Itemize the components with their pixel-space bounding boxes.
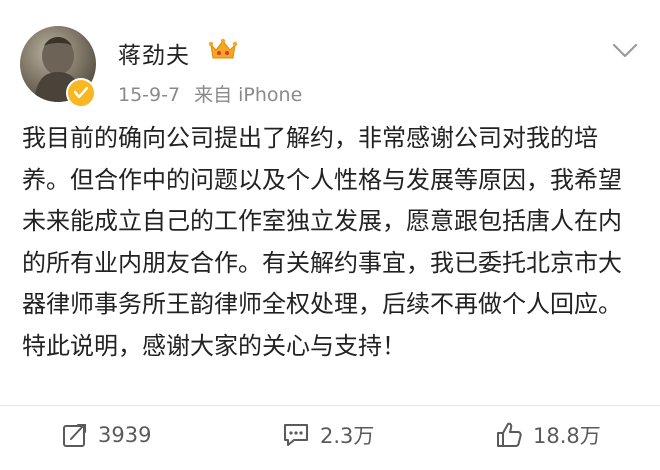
post-date: 15-9-7 <box>118 84 181 106</box>
vip-crown-icon <box>208 38 238 59</box>
post-content: 我目前的确向公司提出了解约，非常感谢公司对我的培养。但合作中的问题以及个人性格与… <box>22 124 622 360</box>
like-button[interactable]: 18.8万 <box>495 420 601 450</box>
like-count: 18.8万 <box>533 424 601 448</box>
weibo-post: 蒋劲夫 15-9-7 来自 iPhone 我目前的确向公司提出了解约，非常感谢公司… <box>0 0 660 470</box>
action-bar: 3939 2.3万 18.8万 <box>0 405 660 464</box>
post-meta: 15-9-7 来自 iPhone <box>118 80 302 107</box>
repost-count: 3939 <box>98 423 152 447</box>
thumbs-up-icon <box>497 422 522 447</box>
repost-button[interactable]: 3939 <box>62 420 151 450</box>
comment-button[interactable]: 2.3万 <box>282 420 374 450</box>
chevron-down-icon[interactable] <box>612 42 638 60</box>
comment-count: 2.3万 <box>320 424 375 448</box>
author-name[interactable]: 蒋劲夫 <box>118 36 190 70</box>
verified-badge-icon <box>66 78 96 108</box>
repost-icon <box>63 424 86 447</box>
comment-icon <box>284 424 308 446</box>
post-source: 来自 iPhone <box>194 84 303 106</box>
